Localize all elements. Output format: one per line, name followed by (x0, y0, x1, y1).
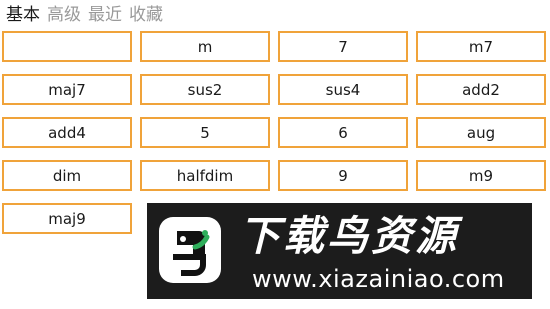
watermark-title: 下载鸟资源 (239, 212, 459, 260)
tab-basic[interactable]: 基本 (6, 4, 40, 26)
chord-button-m7[interactable]: m7 (416, 31, 546, 62)
chord-button-maj7[interactable]: maj7 (2, 74, 132, 105)
chord-button-5[interactable]: 5 (140, 117, 270, 148)
tab-advanced[interactable]: 高级 (47, 4, 81, 26)
chord-button-major[interactable] (2, 31, 132, 62)
chord-button-m[interactable]: m (140, 31, 270, 62)
chord-button-add4[interactable]: add4 (2, 117, 132, 148)
chord-button-m9[interactable]: m9 (416, 160, 546, 191)
chord-button-maj9[interactable]: maj9 (2, 203, 132, 234)
tab-recent[interactable]: 最近 (88, 4, 122, 26)
tab-bar: 基本 高级 最近 收藏 (6, 4, 163, 26)
bird-logo-icon (159, 217, 221, 283)
chord-button-dim[interactable]: dim (2, 160, 132, 191)
tab-favorites[interactable]: 收藏 (129, 4, 163, 26)
chord-button-sus2[interactable]: sus2 (140, 74, 270, 105)
chord-button-7[interactable]: 7 (278, 31, 408, 62)
chord-button-sus4[interactable]: sus4 (278, 74, 408, 105)
chord-button-halfdim[interactable]: halfdim (140, 160, 270, 191)
chord-button-6[interactable]: 6 (278, 117, 408, 148)
chord-button-add2[interactable]: add2 (416, 74, 546, 105)
chord-button-9[interactable]: 9 (278, 160, 408, 191)
watermark-url: www.xiazainiao.com (252, 265, 505, 293)
watermark-overlay: 下载鸟资源 www.xiazainiao.com (147, 203, 532, 299)
chord-button-aug[interactable]: aug (416, 117, 546, 148)
